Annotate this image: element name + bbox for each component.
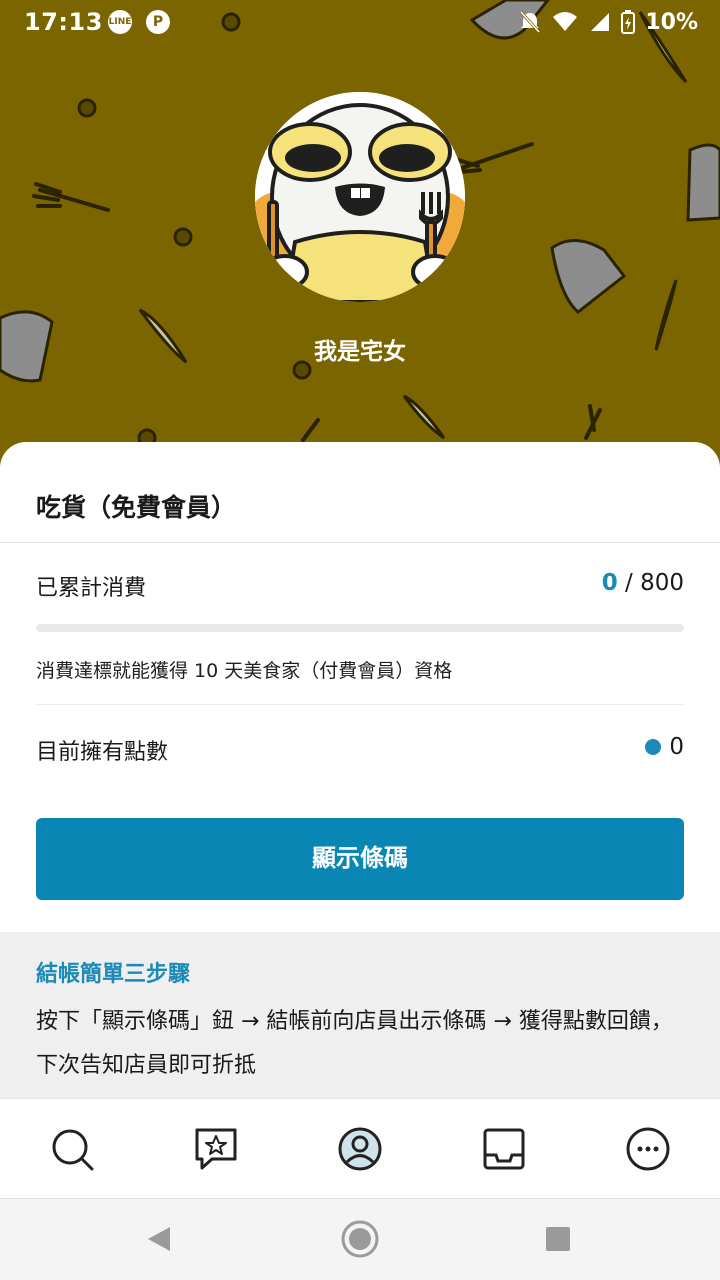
inbox-icon[interactable] (482, 1127, 526, 1171)
search-icon[interactable] (50, 1127, 94, 1171)
points-value: 0 (669, 734, 684, 760)
battery-icon (621, 10, 636, 34)
profile-header: 17:13 LINE P 10% 我是宅女 (0, 0, 720, 470)
more-icon[interactable] (626, 1127, 670, 1171)
steps-body: 按下「顯示條碼」鈕 → 結帳前向店員出示條碼 → 獲得點數回饋，下次告知店員即可… (36, 1009, 673, 1078)
line-app-icon: LINE (108, 10, 132, 34)
spend-progress-bar (36, 624, 684, 632)
battery-level: 10% (645, 9, 698, 35)
spend-separator: / (617, 570, 641, 596)
membership-title: 吃貨（免費會員） (36, 493, 237, 522)
membership-note: 消費達標就能獲得 10 天美食家（付費會員）資格 (36, 660, 453, 682)
status-time: 17:13 (24, 8, 103, 36)
wifi-icon (553, 12, 578, 31)
system-nav-bar (0, 1198, 720, 1280)
back-icon[interactable] (140, 1219, 180, 1259)
points-value-group: 0 (645, 734, 684, 760)
points-label: 目前擁有點數 (36, 740, 169, 765)
divider (0, 542, 720, 543)
status-bar: 17:13 LINE P 10% (0, 0, 720, 44)
recents-icon[interactable] (538, 1219, 578, 1259)
show-barcode-button[interactable]: 顯示條碼 (36, 818, 684, 900)
user-name: 我是宅女 (314, 339, 406, 365)
bell-off-icon (520, 10, 541, 34)
steps-title: 結帳簡單三步驟 (36, 962, 191, 987)
membership-card: 吃貨（免費會員） 已累計消費 0 / 800 消費達標就能獲得 10 天美食家（… (0, 442, 720, 1098)
cartoon-avatar-icon (255, 92, 465, 302)
spend-label: 已累計消費 (36, 576, 147, 601)
spend-value: 0 / 800 (602, 570, 684, 596)
bottom-nav (0, 1098, 720, 1198)
avatar[interactable] (255, 92, 465, 302)
signal-icon (591, 13, 610, 31)
star-review-icon[interactable] (194, 1127, 238, 1171)
status-indicators: 10% (519, 8, 698, 36)
p-app-icon: P (146, 10, 170, 34)
home-icon[interactable] (340, 1219, 380, 1259)
spend-target: 800 (640, 570, 684, 596)
checkout-steps: 結帳簡單三步驟 按下「顯示條碼」鈕 → 結帳前向店員出示條碼 → 獲得點數回饋，… (0, 932, 720, 1098)
divider (36, 704, 684, 705)
points-dot-icon (645, 739, 662, 755)
spend-current: 0 (601, 570, 618, 596)
profile-icon[interactable] (338, 1127, 382, 1171)
